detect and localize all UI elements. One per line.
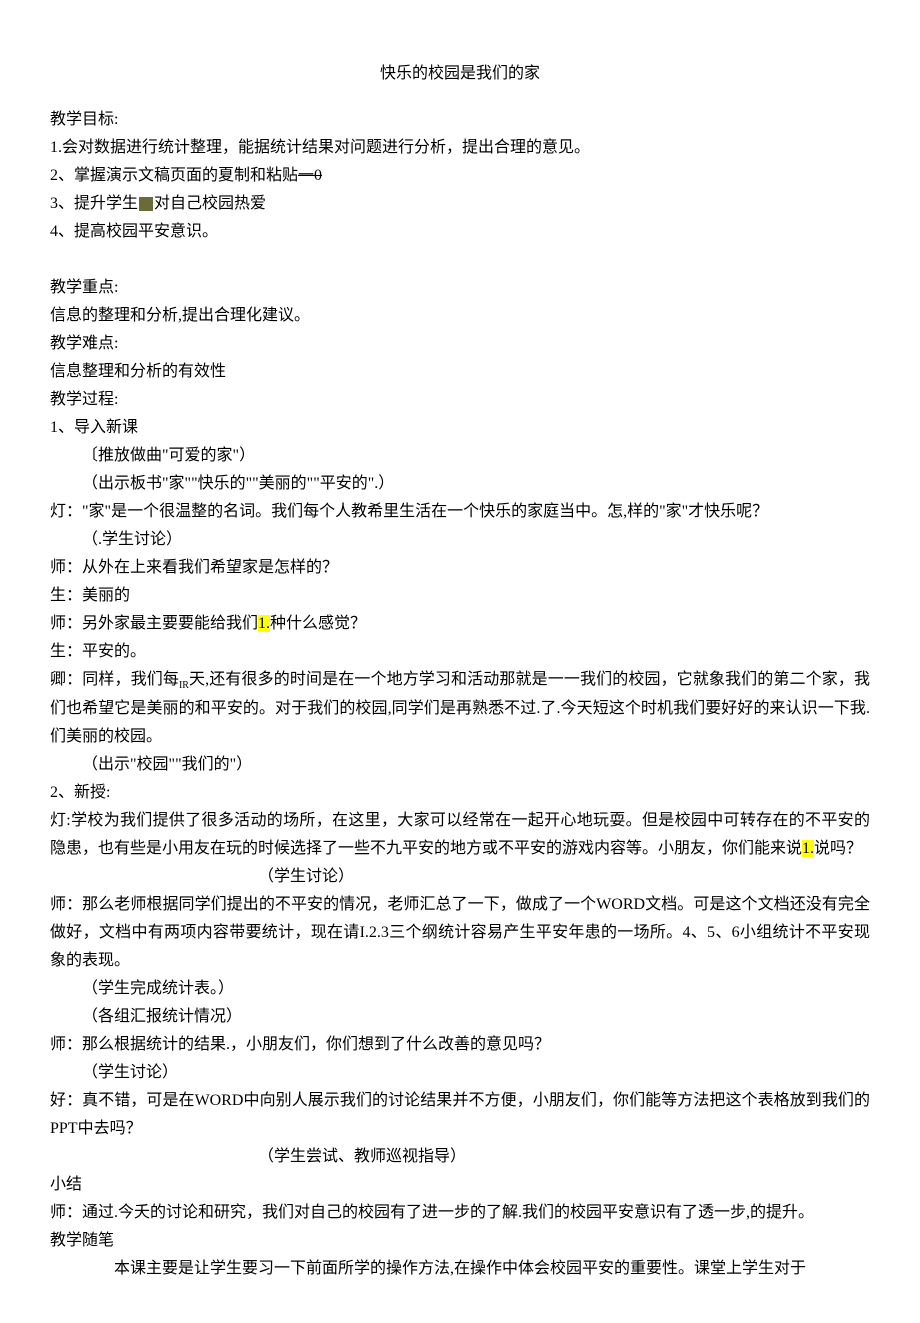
highlight-2: 1. <box>802 840 814 857</box>
teacher-line-7: 师：那么根据统计的结果.，小朋友们，你们想到了什么改善的意见吗？ <box>50 1031 870 1059</box>
focus-text: 信息的整理和分析,提出合理化建议。 <box>50 302 870 330</box>
discussion-note-2: （学生讨论） <box>50 863 870 891</box>
step-1-note-1: 〔推放做曲"可爱的家"） <box>50 442 870 470</box>
summary-text: 师：通过.今夭的讨论和研究，我们对自己的校园有了进一步的了解.我们的校园平安意识… <box>50 1199 870 1227</box>
teacher-5-suffix: 说吗？ <box>814 840 862 857</box>
teacher-line-8: 好：真不错，可是在WORD中向别人展示我们的讨论结果并不方便，小朋友们，你们能等… <box>50 1087 870 1143</box>
teacher-line-2: 师：从外在上来看我们希望家是怎样的？ <box>50 554 870 582</box>
teacher-line-4: 卿：同样，我们每IR天,还有很多的时间是在一个地方学习和活动那就是一一我们的校园… <box>50 666 870 751</box>
goal-item-4: 4、提高校园平安意识。 <box>50 218 870 246</box>
goal-item-3: 3、提升学生对自己校园热爱 <box>50 190 870 218</box>
discussion-note-3: （学生讨论） <box>50 1059 870 1087</box>
activity-note-3: （学生尝试、教师巡视指导） <box>50 1143 870 1171</box>
goal-item-2: 2、掌握演示文稿页面的夏制和粘贴一0 <box>50 162 870 190</box>
subscript-ir: IR <box>179 680 189 691</box>
teacher-3-suffix: 种什么感觉？ <box>270 615 366 632</box>
teacher-3-prefix: 师：另外家最主要要能给我们 <box>50 615 258 632</box>
difficulty-header: 教学难点: <box>50 330 870 358</box>
step-1-header: 1、导入新课 <box>50 414 870 442</box>
goal-2-strike: 一0 <box>298 167 322 184</box>
activity-note-1: （学生完成统计表。） <box>50 975 870 1003</box>
redaction-box <box>139 197 153 211</box>
teacher-line-1: 灯："家"是一个很温整的名词。我们每个人教希里生活在一个快乐的家庭当中。怎,样的… <box>50 498 870 526</box>
blank-line <box>50 246 870 274</box>
goal-3-suffix: 对自己校园热爱 <box>154 195 266 212</box>
goal-3-prefix: 3、提升学生 <box>50 195 138 212</box>
display-note-2: （出示"校园""我们的"） <box>50 751 870 779</box>
section-goals-header: 教学目标: <box>50 106 870 134</box>
notes-header: 教学随笔 <box>50 1227 870 1255</box>
goal-2-text: 2、掌握演示文稿页面的夏制和粘贴 <box>50 167 298 184</box>
document-title: 快乐的校园是我们的家 <box>50 60 870 88</box>
process-header: 教学过程: <box>50 386 870 414</box>
teacher-line-5: 灯:学校为我们提供了很多活动的场所，在这里，大家可以经常在一起开心地玩耍。但是校… <box>50 807 870 863</box>
notes-text: 本课主要是让学生要习一下前面所学的操作方法,在操作中体会校园平安的重要性。课堂上… <box>50 1255 870 1283</box>
discussion-note-1: （.学生讨论） <box>50 526 870 554</box>
teacher-line-3: 师：另外家最主要要能给我们1.种什么感觉？ <box>50 610 870 638</box>
teacher-4-prefix: 卿：同样，我们每 <box>50 671 179 688</box>
goal-item-1: 1.会对数据进行统计整理，能据统计结果对问题进行分析，提出合理的意见。 <box>50 134 870 162</box>
activity-note-2: （各组汇报统计情况） <box>50 1003 870 1031</box>
teacher-5-prefix: 灯:学校为我们提供了很多活动的场所，在这里，大家可以经常在一起开心地玩耍。但是校… <box>50 812 870 857</box>
student-line-2: 生：平安的。 <box>50 638 870 666</box>
summary-header: 小结 <box>50 1171 870 1199</box>
highlight-1: 1. <box>258 615 270 632</box>
teacher-line-6: 师：那么老师根据同学们提出的不平安的情况，老师汇总了一下，做成了一个WORD文档… <box>50 891 870 975</box>
student-line-1: 生：美丽的 <box>50 582 870 610</box>
focus-header: 教学重点: <box>50 274 870 302</box>
step-2-header: 2、新授: <box>50 779 870 807</box>
step-1-note-2: （出示板书"家""快乐的""美丽的""平安的".） <box>50 470 870 498</box>
difficulty-text: 信息整理和分析的有效性 <box>50 358 870 386</box>
